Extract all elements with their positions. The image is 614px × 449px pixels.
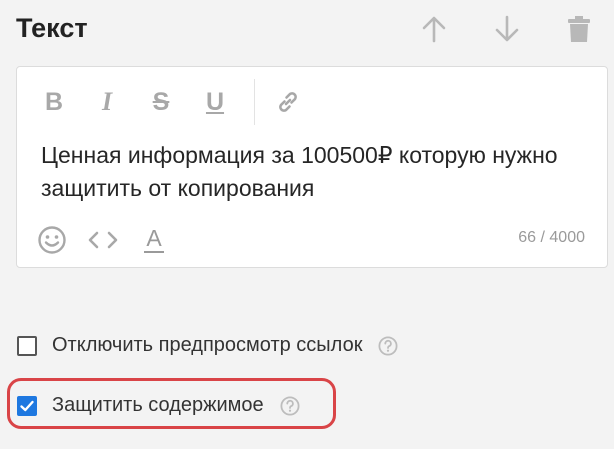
bold-button[interactable]: B: [37, 85, 71, 119]
strikethrough-button[interactable]: S: [144, 85, 178, 119]
arrow-down-icon: [495, 15, 519, 42]
editor-content[interactable]: Ценная информация за 100500₽ которую нуж…: [41, 139, 581, 205]
toolbar-divider: [254, 79, 255, 125]
text-editor[interactable]: B I S U Ценная информация за 100500₽ кот…: [16, 66, 608, 268]
text-color-underline: [144, 251, 164, 253]
link-icon: [279, 92, 297, 112]
disable-preview-label[interactable]: Отключить предпросмотр ссылок: [52, 334, 362, 357]
bold-label: B: [44, 87, 64, 116]
italic-button[interactable]: I: [90, 85, 124, 119]
text-color-button[interactable]: A: [137, 223, 171, 257]
code-button[interactable]: [86, 223, 120, 257]
disable-preview-checkbox[interactable]: [17, 335, 37, 356]
arrow-up-icon: [422, 16, 446, 43]
emoji-icon: [38, 226, 66, 254]
char-counter: 66 / 4000: [518, 229, 585, 246]
option-disable-link-preview[interactable]: Отключить предпросмотр ссылок: [17, 334, 398, 357]
trash-icon: [568, 16, 590, 42]
text-color-label: A: [146, 225, 162, 251]
move-up-button[interactable]: [418, 12, 450, 46]
help-icon[interactable]: [378, 335, 398, 356]
move-down-button[interactable]: [491, 12, 523, 46]
emoji-button[interactable]: [35, 223, 69, 257]
link-button[interactable]: [271, 85, 305, 119]
underline-label: U: [205, 87, 225, 116]
highlight-frame: [7, 378, 336, 429]
block-title: Текст: [16, 13, 88, 43]
italic-label: I: [101, 87, 113, 116]
code-icon: [88, 231, 118, 249]
strikethrough-label: S: [152, 87, 170, 116]
underline-button[interactable]: U: [198, 85, 232, 119]
delete-button[interactable]: [563, 12, 595, 46]
